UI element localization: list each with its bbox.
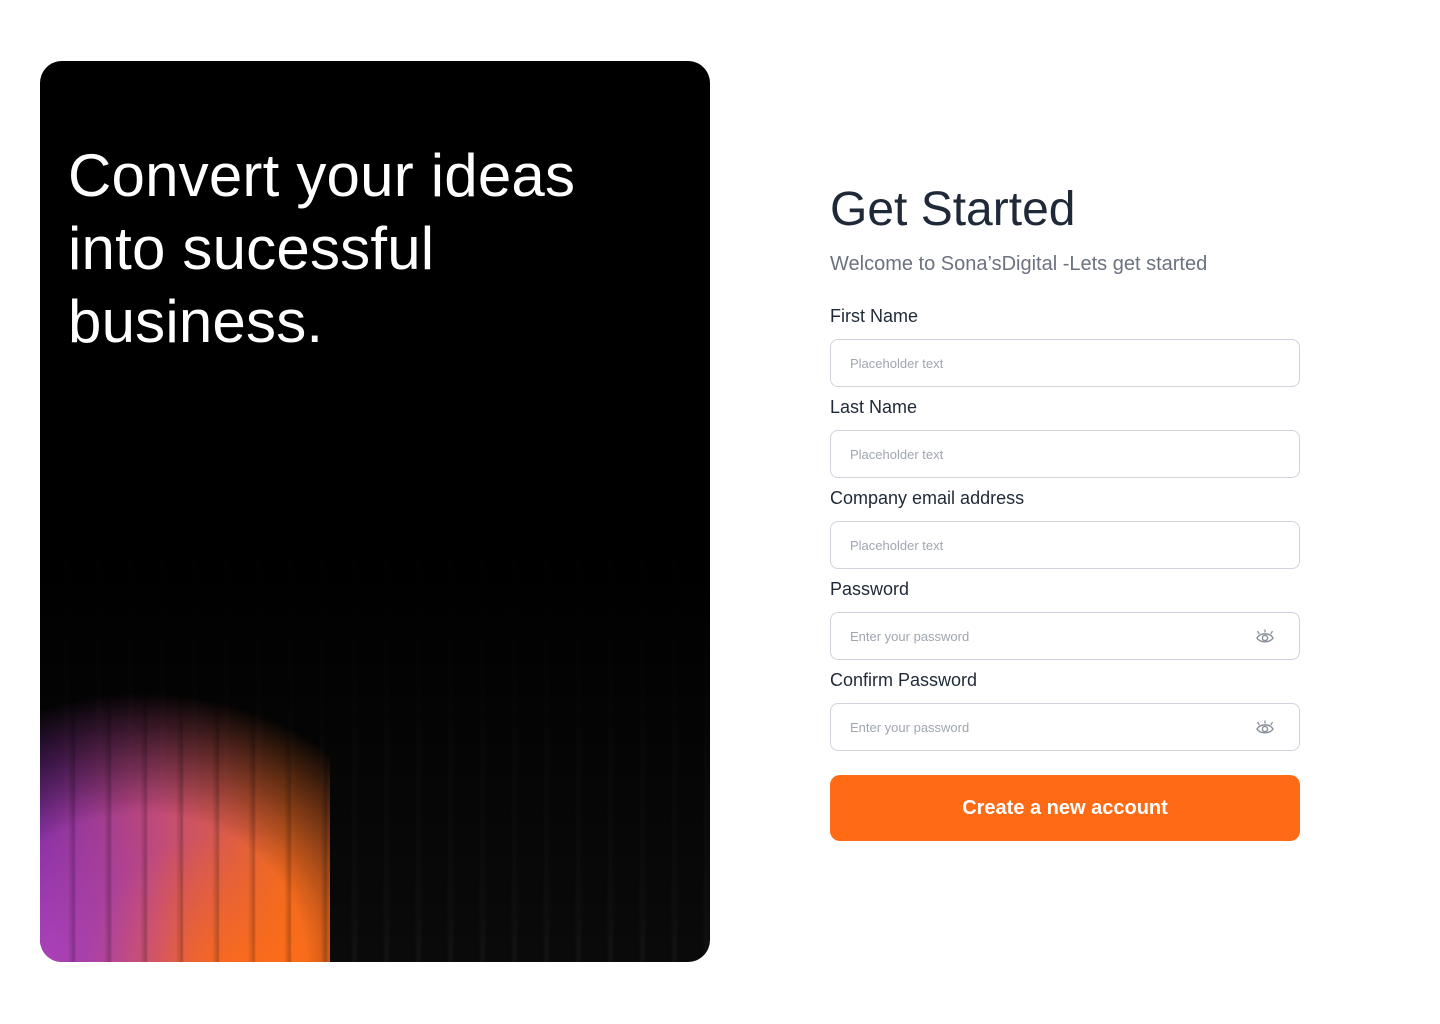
- confirm-password-field: Confirm Password: [830, 668, 1300, 751]
- email-input[interactable]: [831, 522, 1299, 568]
- last-name-input[interactable]: [831, 431, 1299, 477]
- eye-icon[interactable]: [1255, 627, 1275, 647]
- confirm-password-label: Confirm Password: [830, 670, 978, 690]
- email-field: Company email address: [830, 486, 1300, 569]
- first-name-input[interactable]: [831, 340, 1299, 386]
- hero-title: Convert your ideas into sucessful busine…: [68, 142, 576, 355]
- confirm-password-input[interactable]: [831, 704, 1299, 750]
- first-name-label: First Name: [830, 306, 919, 326]
- confirm-password-input-wrap: [830, 703, 1300, 751]
- email-input-wrap: [830, 521, 1300, 569]
- last-name-label: Last Name: [830, 397, 918, 417]
- last-name-input-wrap: [830, 430, 1300, 478]
- create-account-button[interactable]: Create a new account: [830, 775, 1300, 841]
- first-name-input-wrap: [830, 339, 1300, 387]
- password-input-wrap: [830, 612, 1300, 660]
- hero-panel: Convert your ideas into sucessful busine…: [40, 61, 710, 962]
- last-name-field: Last Name: [830, 395, 1300, 478]
- signup-form: Get Started Welcome to Sona’sDigital -Le…: [830, 180, 1300, 841]
- form-subtitle: Welcome to Sona’sDigital -Lets get start…: [830, 253, 1208, 275]
- email-label: Company email address: [830, 488, 1025, 508]
- first-name-field: First Name: [830, 304, 1300, 387]
- eye-icon[interactable]: [1255, 718, 1275, 738]
- form-title: Get Started: [830, 183, 1076, 236]
- hero-glow-bars: [40, 682, 330, 962]
- password-input[interactable]: [831, 613, 1299, 659]
- password-field: Password: [830, 577, 1300, 660]
- password-label: Password: [830, 579, 910, 599]
